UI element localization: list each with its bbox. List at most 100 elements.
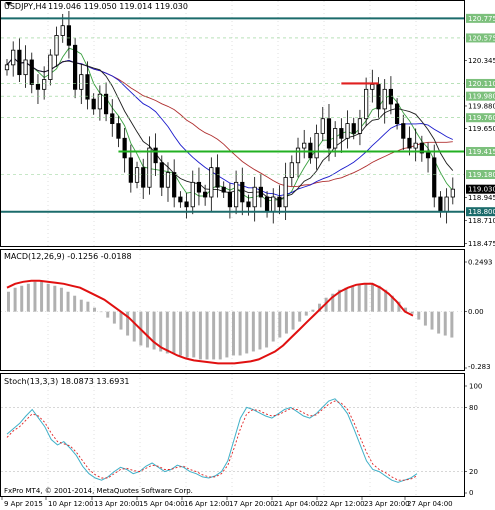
candle-bear[interactable] bbox=[240, 181, 245, 203]
candle-bull[interactable] bbox=[4, 64, 10, 71]
candle-bull[interactable] bbox=[314, 132, 319, 159]
candle-bear[interactable] bbox=[203, 191, 208, 198]
candle-bull[interactable] bbox=[190, 181, 195, 208]
candle-bull[interactable] bbox=[54, 35, 59, 56]
candle-bull[interactable] bbox=[233, 181, 239, 208]
candle-bear[interactable] bbox=[122, 137, 127, 159]
candle-bear[interactable] bbox=[221, 186, 226, 193]
candle-bull[interactable] bbox=[60, 25, 65, 36]
candle-bear[interactable] bbox=[159, 162, 164, 188]
candle-bull[interactable] bbox=[23, 59, 28, 76]
candle-bull[interactable] bbox=[333, 128, 338, 149]
time-label: 10 Apr 12:00 bbox=[48, 500, 94, 508]
candle-bear[interactable] bbox=[264, 196, 270, 213]
candle-bear[interactable] bbox=[227, 191, 233, 208]
macd-bar bbox=[53, 285, 57, 312]
time-label: 17 Apr 20:00 bbox=[229, 500, 275, 508]
candle-bear[interactable] bbox=[246, 201, 251, 208]
macd-bar bbox=[198, 311, 202, 360]
candle-bull[interactable] bbox=[147, 147, 152, 188]
candle-bull[interactable] bbox=[302, 142, 307, 149]
candle-bull[interactable] bbox=[209, 167, 214, 198]
macd-bar bbox=[106, 311, 110, 318]
candle-bear[interactable] bbox=[394, 103, 400, 124]
candle-bear[interactable] bbox=[172, 172, 177, 198]
candle-bear[interactable] bbox=[141, 167, 146, 188]
candle-bear[interactable] bbox=[29, 59, 34, 85]
candle-bull[interactable] bbox=[320, 118, 325, 134]
macd-bar bbox=[284, 311, 288, 334]
candle-bear[interactable] bbox=[339, 128, 344, 139]
candle-bear[interactable] bbox=[66, 25, 72, 46]
macd-bar bbox=[26, 283, 30, 312]
macd-bar bbox=[423, 311, 427, 326]
macd-bar bbox=[40, 281, 44, 312]
candle-bull[interactable] bbox=[42, 79, 47, 90]
level-label: 120.775 bbox=[468, 15, 495, 23]
macd-bar bbox=[225, 311, 229, 358]
candle-bear[interactable] bbox=[407, 137, 412, 149]
macd-bar bbox=[212, 311, 216, 360]
candle-bull[interactable] bbox=[357, 118, 363, 134]
candle-bear[interactable] bbox=[85, 74, 90, 100]
time-label: 9 Apr 2015 bbox=[4, 500, 43, 508]
candle-bear[interactable] bbox=[326, 118, 332, 149]
time-label: 21 Apr 04:00 bbox=[274, 500, 320, 508]
macd-bar bbox=[443, 311, 447, 336]
candle-bull[interactable] bbox=[450, 188, 455, 198]
candle-bear[interactable] bbox=[178, 196, 183, 203]
macd-bar bbox=[351, 285, 355, 312]
candle-bull[interactable] bbox=[370, 84, 375, 90]
candle-bear[interactable] bbox=[258, 186, 263, 198]
candle-bear[interactable] bbox=[128, 157, 133, 183]
candle-bear[interactable] bbox=[110, 113, 115, 124]
macd-bar bbox=[172, 311, 176, 354]
candle-bear[interactable] bbox=[35, 84, 41, 90]
candle-bull[interactable] bbox=[444, 196, 449, 213]
candle-bull[interactable] bbox=[48, 54, 53, 80]
candle-bear[interactable] bbox=[73, 44, 78, 90]
time-label: 23 Apr 20:00 bbox=[364, 500, 410, 508]
macd-bar bbox=[238, 311, 242, 356]
candle-bear[interactable] bbox=[91, 98, 96, 110]
macd-bar bbox=[99, 311, 103, 313]
time-label: 13 Apr 20:00 bbox=[94, 500, 140, 508]
candle-bear[interactable] bbox=[196, 181, 202, 193]
candle-bear[interactable] bbox=[215, 167, 220, 188]
candle-bear[interactable] bbox=[17, 49, 22, 76]
candle-bull[interactable] bbox=[295, 147, 301, 164]
candle-bear[interactable] bbox=[432, 157, 437, 198]
candle-bull[interactable] bbox=[134, 167, 140, 183]
macd-bar bbox=[271, 311, 275, 342]
macd-bar bbox=[344, 287, 348, 312]
candle-bull[interactable] bbox=[79, 74, 84, 90]
candle-bear[interactable] bbox=[438, 196, 443, 213]
macd-bar bbox=[192, 311, 196, 358]
candle-bull[interactable] bbox=[283, 177, 288, 208]
candle-bull[interactable] bbox=[289, 162, 294, 178]
mt4-chart-window[interactable]: 120.775 120.575 120.345 120.110 119.880 119.6… bbox=[0, 0, 495, 510]
candle-bear[interactable] bbox=[116, 123, 121, 139]
candle-bear[interactable] bbox=[103, 93, 109, 115]
macd-bar bbox=[205, 311, 209, 360]
macd-bar bbox=[430, 311, 434, 330]
macd-bar bbox=[357, 283, 361, 312]
candle-bull[interactable] bbox=[382, 88, 387, 110]
candle-bull[interactable] bbox=[413, 142, 418, 149]
candle-bear[interactable] bbox=[376, 84, 381, 110]
candle-bull[interactable] bbox=[252, 186, 257, 208]
candle-bear[interactable] bbox=[184, 201, 189, 208]
candle-bull[interactable] bbox=[11, 49, 16, 66]
candle-bear[interactable] bbox=[425, 152, 431, 159]
candle-bull[interactable] bbox=[345, 123, 350, 139]
candle-bull[interactable] bbox=[364, 88, 369, 120]
candle-bear[interactable] bbox=[401, 123, 406, 139]
candle-bull[interactable] bbox=[271, 196, 276, 213]
level-label: 119.415 bbox=[468, 148, 495, 156]
candle-bear[interactable] bbox=[388, 88, 393, 105]
candle-bear[interactable] bbox=[153, 147, 158, 164]
macd-bar bbox=[291, 311, 295, 330]
candle-bear[interactable] bbox=[277, 196, 282, 208]
macd-bar bbox=[86, 301, 90, 312]
candle-bear[interactable] bbox=[351, 123, 356, 134]
